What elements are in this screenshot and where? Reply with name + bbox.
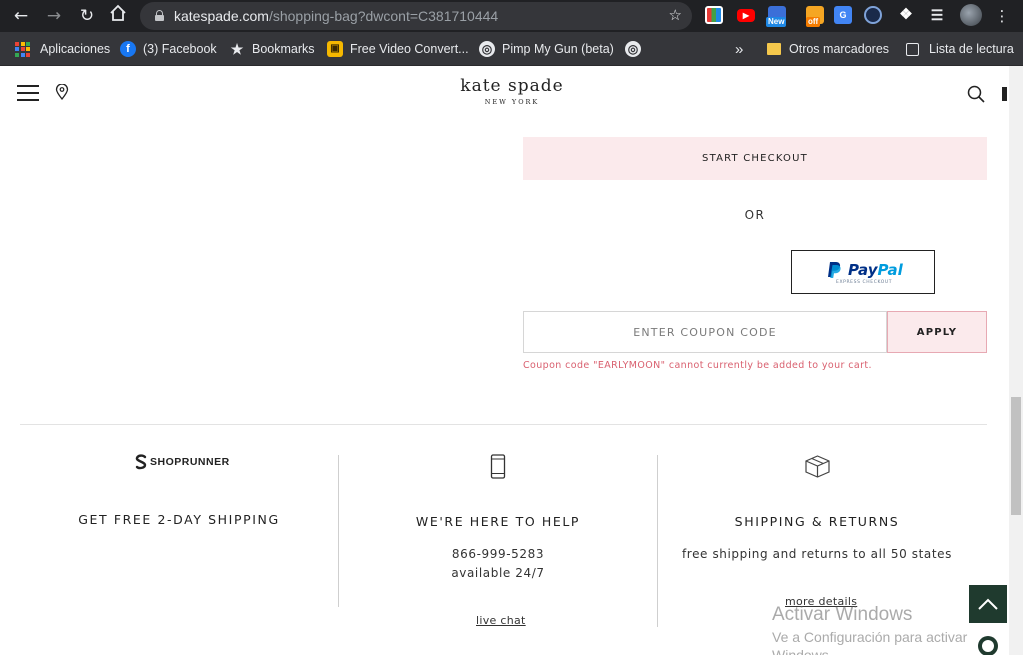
back-to-top-button[interactable] [969, 585, 1007, 623]
paypal-pal-text: Pal [877, 261, 903, 279]
browser-toolbar: ← → ↻ katespade.com/shopping-bag?dwcont=… [0, 0, 1023, 32]
profile-avatar[interactable] [960, 4, 982, 26]
shopping-bag-icon[interactable] [1002, 87, 1007, 101]
bookmark-bookmarks[interactable]: ★ Bookmarks [229, 40, 315, 58]
paypal-express-checkout-text: EXPRESS CHECKOUT [836, 280, 893, 285]
bookmark-label: Free Video Convert... [350, 42, 469, 56]
bookmark-label: Bookmarks [252, 42, 315, 56]
store-locator-icon[interactable] [55, 84, 69, 100]
menu-icon[interactable] [17, 85, 39, 101]
url-host: katespade.com [174, 8, 269, 24]
logo-sub-text: NEW YORK [484, 98, 540, 106]
coupon-error-message: Coupon code "EARLYMOON" cannot currently… [523, 360, 872, 371]
color-picker-extension-icon[interactable] [705, 6, 723, 24]
shipping-returns-title: SHIPPING & RETURNS [734, 514, 900, 529]
or-separator: OR [744, 208, 766, 222]
paypal-logo-icon [828, 262, 841, 278]
box-icon [805, 455, 830, 478]
windows-activation-subtitle: Ve a Configuración para activar [772, 629, 968, 645]
other-bookmarks[interactable]: Otros marcadores [767, 40, 889, 58]
chat-bubble-icon[interactable] [978, 636, 998, 655]
windows-activation-subtitle-cut: Windows [772, 647, 829, 655]
scrollbar-thumb[interactable] [1011, 397, 1021, 515]
reading-list-label: Lista de lectura [929, 42, 1014, 56]
chevron-up-icon [978, 598, 998, 610]
apps-grid-icon [15, 41, 30, 57]
home-icon[interactable] [106, 3, 130, 27]
help-phone[interactable]: 866-999-5283 [339, 547, 657, 561]
bookmark-label: (3) Facebook [143, 42, 217, 56]
globe-icon: ◎ [625, 41, 641, 57]
bookmarks-bar: Aplicaciones f (3) Facebook ★ Bookmarks … [0, 32, 1023, 66]
globe-icon: ◎ [479, 41, 495, 57]
column-divider [338, 455, 339, 607]
shoprunner-text: SHOPRUNNER [150, 456, 230, 468]
address-bar[interactable]: katespade.com/shopping-bag?dwcont=C38171… [140, 2, 692, 30]
help-hours: available 24/7 [451, 566, 545, 580]
paypal-wordmark: PayPal [848, 261, 903, 279]
off-badge: off [806, 17, 821, 27]
bookmark-video-converter[interactable]: ▣ Free Video Convert... [327, 40, 469, 58]
bookmark-label: Aplicaciones [40, 42, 111, 56]
column-divider [657, 455, 658, 627]
windows-activation-title: Activar Windows [772, 604, 913, 625]
bookmark-star-icon[interactable]: ☆ [669, 6, 682, 24]
bookmark-label: Pimp My Gun (beta) [502, 42, 614, 56]
page-scrollbar[interactable] [1009, 66, 1023, 655]
start-checkout-button[interactable]: START CHECKOUT [523, 137, 987, 180]
facebook-icon: f [120, 41, 136, 57]
reload-icon[interactable]: ↻ [75, 4, 99, 28]
bookmark-apps[interactable]: Aplicaciones [15, 40, 110, 58]
coupon-code-input[interactable] [523, 311, 887, 353]
shoprunner-icon [135, 454, 147, 470]
reading-list-icon [906, 42, 919, 56]
forward-arrow-icon[interactable]: → [42, 4, 66, 28]
star-icon: ★ [230, 41, 244, 57]
shipping-returns-text: free shipping and returns to all 50 stat… [681, 547, 953, 561]
site-header: kate spade NEW YORK [0, 66, 1009, 123]
url-text[interactable]: katespade.com/shopping-bag?dwcont=C38171… [174, 8, 498, 24]
search-icon[interactable] [967, 85, 985, 103]
url-path: /shopping-bag?dwcont=C381710444 [268, 8, 499, 24]
shoprunner-logo[interactable]: SHOPRUNNER [134, 454, 230, 470]
new-badge: New [766, 17, 787, 27]
translate-extension-icon[interactable]: G [834, 6, 852, 24]
live-chat-link[interactable]: live chat [476, 614, 526, 627]
paypal-pay-text: Pay [848, 261, 878, 279]
youtube-extension-icon[interactable]: ▶ [737, 9, 755, 22]
back-arrow-icon[interactable]: ← [9, 4, 33, 28]
bookmark-pimp-my-gun[interactable]: ◎ Pimp My Gun (beta) [479, 40, 614, 58]
paypal-checkout-button[interactable]: PayPal EXPRESS CHECKOUT [791, 250, 935, 294]
media-queue-icon[interactable]: ☰ [928, 6, 946, 24]
bookmark-facebook[interactable]: f (3) Facebook [120, 40, 217, 58]
phone-icon [490, 454, 506, 479]
kate-spade-logo[interactable]: kate spade NEW YORK [412, 76, 612, 106]
extensions-puzzle-icon[interactable]: ❖ [897, 6, 915, 24]
lock-icon [155, 10, 164, 21]
apply-coupon-button[interactable]: APPLY [887, 311, 987, 353]
section-divider [20, 424, 987, 425]
free-shipping-title: GET FREE 2-DAY SHIPPING [78, 512, 280, 527]
other-bookmarks-label: Otros marcadores [789, 42, 890, 56]
reading-list[interactable]: Lista de lectura [906, 40, 1014, 58]
folder-icon [767, 43, 781, 55]
video-converter-icon: ▣ [327, 41, 343, 57]
vpn-extension-icon[interactable] [864, 6, 882, 24]
more-menu-icon[interactable]: ⋮ [990, 4, 1014, 28]
bookmark-globe[interactable]: ◎ [625, 40, 648, 58]
bookmarks-overflow[interactable]: » [735, 40, 743, 58]
help-title: WE'RE HERE TO HELP [415, 514, 581, 529]
logo-main-text: kate spade [460, 76, 564, 96]
